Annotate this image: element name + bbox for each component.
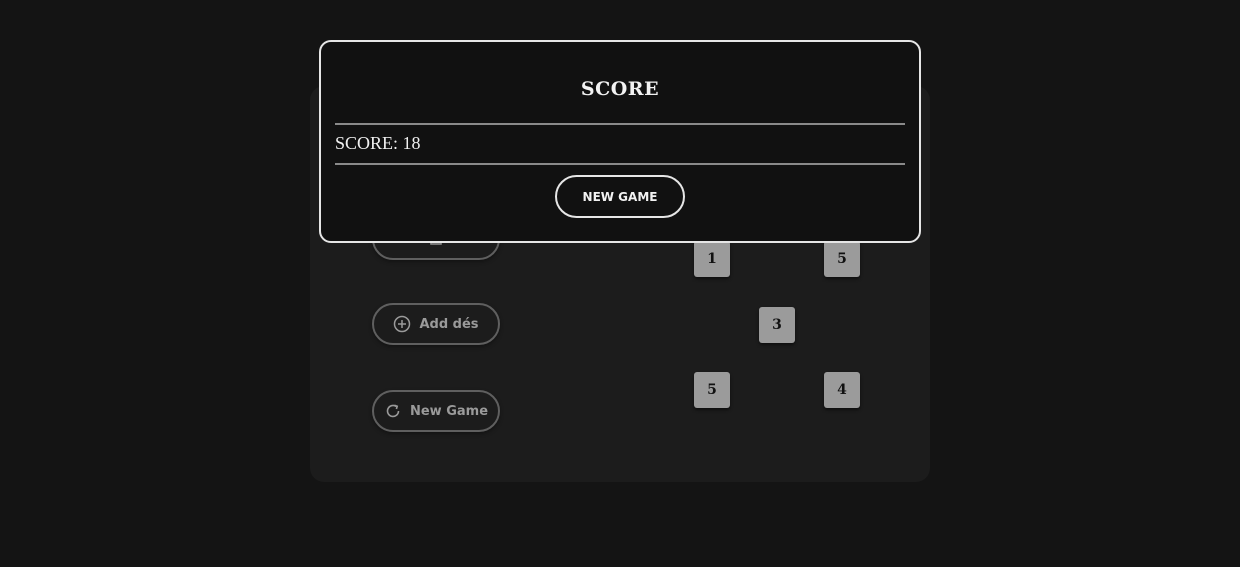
die[interactable]: 5	[824, 241, 860, 277]
die[interactable]: 3	[759, 307, 795, 343]
die[interactable]: 5	[694, 372, 730, 408]
plus-circle-icon	[394, 315, 411, 333]
score-text: SCORE: 18	[335, 133, 421, 153]
modal-title: SCORE	[580, 78, 660, 100]
die[interactable]: 1	[694, 241, 730, 277]
die[interactable]: 4	[824, 372, 860, 408]
new-game-label: New Game	[409, 403, 489, 419]
new-game-button[interactable]: New Game	[372, 390, 500, 432]
modal-new-game-button[interactable]: NEW GAME	[555, 175, 685, 218]
add-dice-label: Add dés	[419, 316, 479, 332]
modal-divider-top	[335, 123, 905, 125]
refresh-icon	[386, 404, 400, 418]
modal-divider-bottom	[335, 163, 905, 165]
score-modal: SCORE SCORE: 18 NEW GAME	[319, 40, 921, 243]
game-stage: Add dés New Game 1 5 3 5 4 SCORE SCORE: …	[0, 0, 1240, 567]
add-dice-button[interactable]: Add dés	[372, 303, 500, 345]
